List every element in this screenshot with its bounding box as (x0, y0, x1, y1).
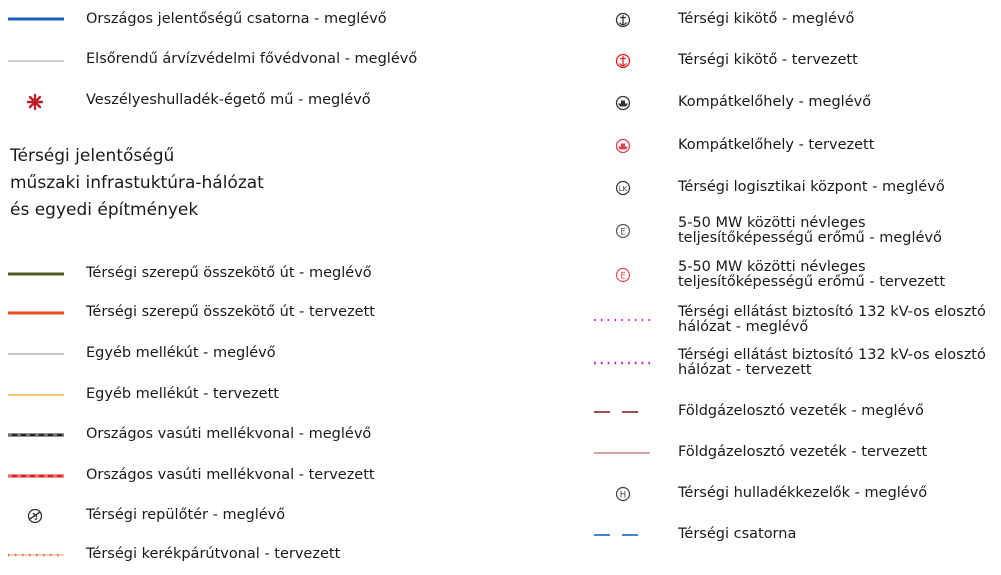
legend-item-power-plant-existing: E 5-50 MW közötti névleges teljesítőképe… (592, 211, 997, 251)
legend-label: Országos vasúti mellékvonal - meglévő (86, 426, 372, 443)
legend-label: Elsőrendű árvízvédelmi fővédvonal - megl… (86, 51, 418, 68)
heading-line: műszaki infrastuktúra-hálózat (10, 173, 264, 193)
power-plant-icon: E (592, 211, 652, 251)
legend-item-logistics-center-existing: LK Térségi logisztikai központ - meglévő (592, 168, 997, 208)
legend-item-port-existing: Térségi kikötő - meglévő (592, 0, 997, 40)
legend-item-railway-planned: Országos vasúti mellékvonal - tervezett (6, 456, 566, 496)
legend-label: Veszélyeshulladék-égető mű - meglévő (86, 92, 371, 109)
olive-line-symbol (6, 254, 66, 294)
asterisk-icon (6, 81, 66, 121)
legend-label: Térségi csatorna (678, 526, 797, 543)
legend-item-hazardous-incinerator-existing: Veszélyeshulladék-égető mű - meglévő (6, 81, 566, 121)
waste-management-icon-text: H (620, 491, 626, 501)
map-legend: Országos jelentőségű csatorna - meglévő … (0, 0, 1001, 565)
legend-label: Térségi kerékpárútvonal - tervezett (86, 546, 341, 563)
legend-item-secondary-road-planned: Egyéb mellékút - tervezett (6, 375, 566, 415)
legend-item-airport-existing: Térségi repülőtér - meglévő (6, 496, 566, 536)
black-rail-symbol (6, 415, 66, 455)
thin-orange-line-symbol (6, 375, 66, 415)
legend-label: Kompátkelőhely - tervezett (678, 137, 875, 154)
legend-label: Egyéb mellékút - tervezett (86, 386, 279, 403)
dotted-orange-line-symbol (6, 535, 66, 575)
power-plant-icon: E (592, 255, 652, 295)
legend-label: Térségi szerepű összekötő út - tervezett (86, 304, 375, 321)
legend-label: Kompátkelőhely - meglévő (678, 94, 872, 111)
ferry-icon (592, 126, 652, 166)
waste-management-icon: H (592, 474, 652, 514)
legend-item-132kv-existing: Térségi ellátást biztosító 132 kV-os elo… (592, 300, 997, 340)
legend-label: Országos vasúti mellékvonal - tervezett (86, 467, 375, 484)
legend-item-regional-road-existing: Térségi szerepű összekötő út - meglévő (6, 254, 566, 294)
dashed-blue-line-symbol (592, 515, 652, 555)
legend-item-secondary-road-existing: Egyéb mellékút - meglévő (6, 334, 566, 374)
legend-item-ferry-existing: Kompátkelőhely - meglévő (592, 83, 997, 123)
legend-item-power-plant-planned: E 5-50 MW közötti névleges teljesítőképe… (592, 255, 997, 295)
legend-item-port-planned: Térségi kikötő - tervezett (592, 41, 997, 81)
legend-item-flood-defense-existing: Elsőrendű árvízvédelmi fővédvonal - megl… (6, 40, 566, 80)
legend-item-railway-existing: Országos vasúti mellékvonal - meglévő (6, 415, 566, 455)
power-plant-icon-text: E (620, 272, 625, 282)
heading-line: Térségi jelentőségű (10, 146, 175, 166)
legend-item-waste-management-existing: H Térségi hulladékkezelők - meglévő (592, 474, 997, 514)
anchor-icon (592, 41, 652, 81)
legend-item-national-canal-existing: Országos jelentőségű csatorna - meglévő (6, 0, 566, 40)
legend-label: Térségi ellátást biztosító 132 kV-os elo… (678, 346, 986, 378)
legend-label: Térségi kikötő - meglévő (678, 11, 855, 28)
orange-line-symbol (6, 293, 66, 333)
logistics-icon-text: LK (619, 185, 628, 193)
legend-item-cycle-route-planned: Térségi kerékpárútvonal - tervezett (6, 535, 566, 575)
legend-item-regional-canal: Térségi csatorna (592, 515, 997, 555)
legend-label: Térségi szerepű összekötő út - meglévő (86, 265, 372, 282)
legend-label: 5-50 MW közötti névleges teljesítőképess… (678, 258, 946, 290)
dashed-brown-line-symbol (592, 392, 652, 432)
legend-label: Térségi ellátást biztosító 132 kV-os elo… (678, 303, 986, 335)
legend-label: Országos jelentőségű csatorna - meglévő (86, 11, 387, 28)
anchor-icon (592, 0, 652, 40)
section-heading: Térségi jelentőségű műszaki infrastuktúr… (10, 143, 370, 224)
blue-line-symbol (6, 0, 66, 40)
legend-item-gas-pipeline-planned: Földgázelosztó vezeték - tervezett (592, 433, 997, 473)
legend-label: Földgázelosztó vezeték - tervezett (678, 444, 928, 461)
legend-item-132kv-planned: Térségi ellátást biztosító 132 kV-os elo… (592, 343, 997, 383)
legend-item-ferry-planned: Kompátkelőhely - tervezett (592, 126, 997, 166)
legend-item-gas-pipeline-existing: Földgázelosztó vezeték - meglévő (592, 392, 997, 432)
red-rail-symbol (6, 456, 66, 496)
logistics-icon: LK (592, 168, 652, 208)
legend-item-regional-road-planned: Térségi szerepű összekötő út - tervezett (6, 293, 566, 333)
thin-gray-line-symbol (6, 40, 66, 80)
thin-pink-line-symbol (592, 433, 652, 473)
dotted-magenta-line-symbol (592, 343, 652, 383)
dotted-magenta-line-symbol (592, 300, 652, 340)
thin-gray-line-symbol (6, 334, 66, 374)
heading-line: és egyedi építmények (10, 200, 199, 220)
power-plant-icon-text: E (620, 228, 625, 238)
legend-label: Térségi kikötő - tervezett (678, 52, 858, 69)
legend-label: 5-50 MW közötti névleges teljesítőképess… (678, 214, 942, 246)
ferry-icon (592, 83, 652, 123)
airport-icon (6, 496, 66, 536)
legend-label: Térségi hulladékkezelők - meglévő (678, 485, 928, 502)
legend-label: Térségi logisztikai központ - meglévő (678, 179, 945, 196)
legend-label: Egyéb mellékút - meglévő (86, 345, 276, 362)
legend-label: Földgázelosztó vezeték - meglévő (678, 403, 924, 420)
legend-label: Térségi repülőtér - meglévő (86, 507, 286, 524)
